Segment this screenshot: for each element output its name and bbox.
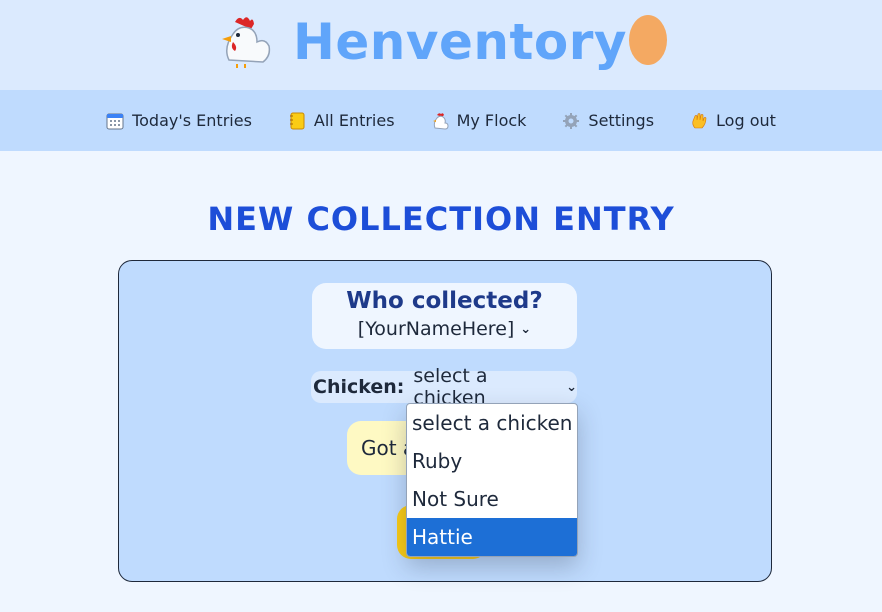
nav-label: My Flock (456, 111, 527, 130)
nav-item-all-entries[interactable]: All Entries (288, 111, 395, 130)
option-label: Hattie (412, 525, 473, 549)
nav-label: Settings (588, 111, 655, 130)
dropdown-option-selected[interactable]: Hattie (407, 518, 577, 556)
option-label: Not Sure (412, 487, 499, 511)
nav-item-settings[interactable]: Settings (562, 111, 654, 130)
chicken-field: Chicken: select a chicken ⌄ (311, 365, 577, 409)
nav-item-log-out[interactable]: Log out (690, 111, 776, 130)
dropdown-option[interactable]: Not Sure (407, 480, 577, 518)
option-label: Ruby (412, 449, 463, 473)
page-title: NEW COLLECTION ENTRY (207, 200, 675, 238)
calendar-icon (106, 113, 124, 129)
nav-item-todays-entries[interactable]: Today's Entries (106, 111, 252, 130)
nav-label: All Entries (313, 111, 395, 130)
nav-label: Today's Entries (132, 111, 252, 130)
dropdown-option[interactable]: select a chicken (407, 404, 577, 442)
chicken-dropdown-list: select a chicken Ruby Not Sure Hattie (406, 403, 578, 557)
app-title: Henventory (293, 13, 627, 71)
egg-icon (629, 15, 667, 65)
chicken-label: Chicken: (313, 376, 405, 398)
waving-hand-icon (692, 112, 707, 128)
main-nav: Today's Entries All Entries My Flock Set… (0, 90, 882, 151)
dropdown-option[interactable]: Ruby (407, 442, 577, 480)
collector-field: Who collected? [YourNameHere] ⌄ (312, 283, 577, 349)
chevron-down-icon: ⌄ (566, 379, 577, 395)
app-header: Henventory (0, 0, 882, 90)
chicken-icon (432, 112, 449, 130)
gear-icon (563, 112, 580, 129)
option-label: select a chicken (412, 411, 573, 435)
notebook-icon (289, 112, 305, 129)
nav-label: Log out (716, 111, 776, 130)
nav-item-my-flock[interactable]: My Flock (431, 111, 527, 130)
collector-value: [YourNameHere] (357, 318, 515, 340)
collector-label: Who collected? (346, 288, 543, 314)
collector-select[interactable]: [YourNameHere] ⌄ (358, 318, 531, 340)
chicken-icon (222, 17, 271, 68)
chevron-down-icon: ⌄ (520, 321, 532, 337)
